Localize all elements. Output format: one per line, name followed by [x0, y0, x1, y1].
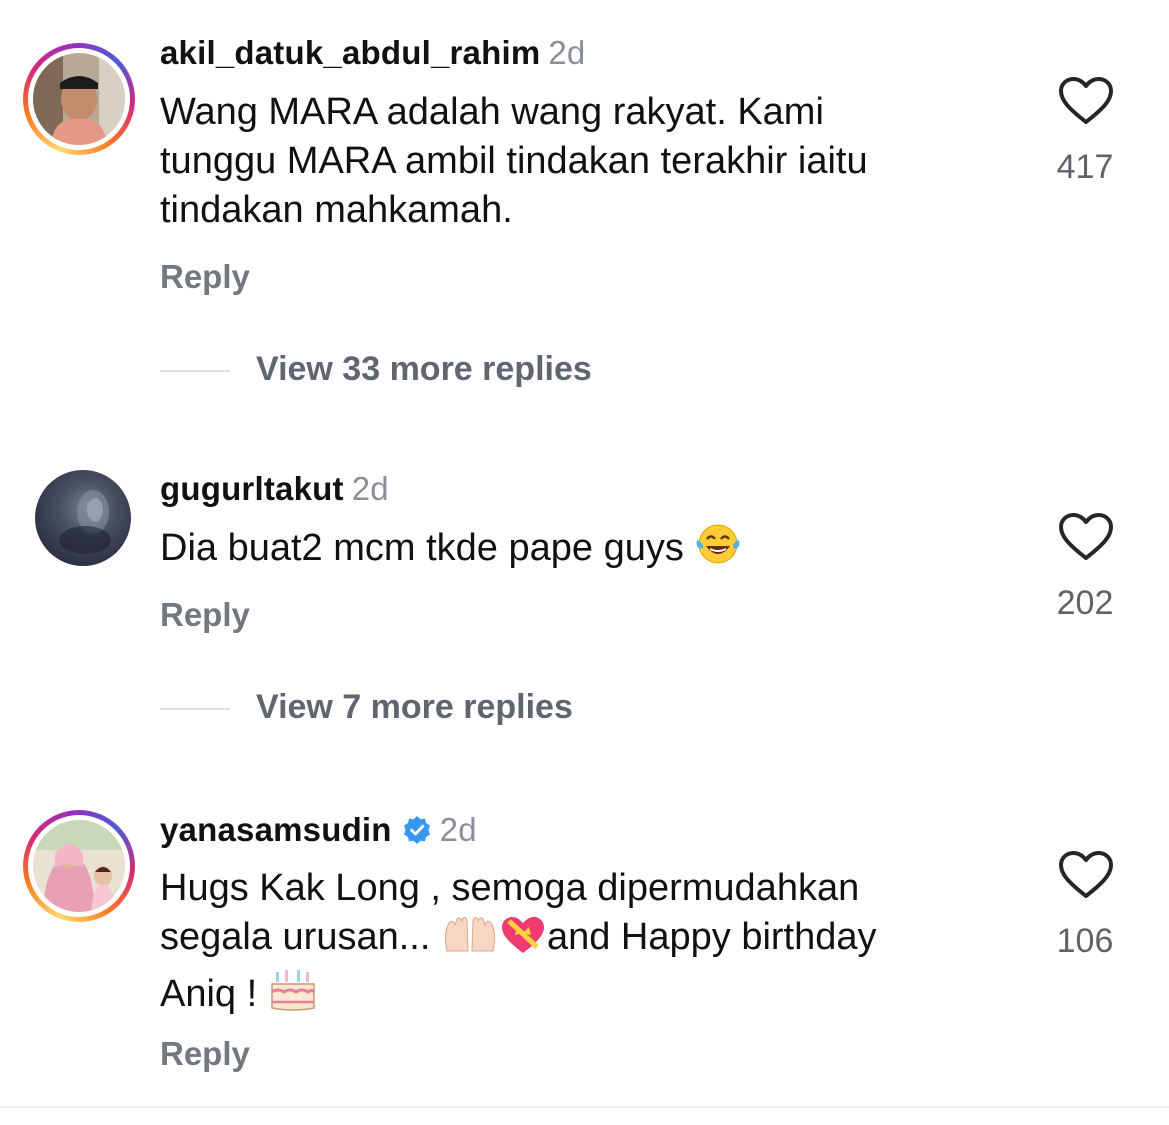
comment-text: Wang MARA adalah wang rakyat. Kami tungg…	[160, 88, 1000, 235]
view-more-replies-label[interactable]: View 33 more replies	[256, 350, 592, 389]
comment-line: tunggu MARA ambil tindakan terakhir iait…	[160, 140, 868, 182]
comment-line: Dia buat2 mcm tkde pape guys	[160, 527, 684, 569]
comment-line: segala urusan... and Happy birthday	[160, 913, 1000, 968]
avatar-image	[33, 53, 125, 145]
comment-line-segment: and Happy birthday	[546, 916, 877, 958]
comment-time: 2d	[351, 470, 389, 507]
heart-outline-icon[interactable]	[1058, 76, 1114, 126]
avatar-yanasamsudin[interactable]	[23, 810, 135, 922]
comment-line-segment: segala urusan...	[160, 916, 441, 958]
comment-line: tindakan mahkamah.	[160, 189, 513, 231]
bottom-divider	[0, 1106, 1169, 1108]
reply-button[interactable]: Reply	[160, 1035, 250, 1073]
comment-text: Hugs Kak Long , semoga dipermudahkan seg…	[160, 864, 1000, 1025]
comment-time: 2d	[439, 811, 477, 848]
heart-with-ribbon-emoji	[499, 915, 547, 968]
replies-divider	[160, 370, 230, 372]
username[interactable]: yanasamsudin 2d	[160, 811, 477, 849]
reply-button[interactable]: Reply	[160, 596, 250, 634]
comment-line-segment: Aniq !	[160, 973, 268, 1015]
heart-outline-icon[interactable]	[1058, 512, 1114, 562]
avatar-gugurltakut[interactable]	[35, 470, 131, 566]
like-count: 106	[1056, 922, 1114, 960]
like-count: 202	[1056, 584, 1114, 622]
heart-outline-icon[interactable]	[1058, 850, 1114, 900]
verified-badge-icon	[403, 816, 430, 844]
reply-button[interactable]: Reply	[160, 258, 250, 296]
raised-hands-emoji	[441, 915, 499, 968]
username-text[interactable]: gugurltakut	[160, 470, 344, 507]
replies-divider	[160, 708, 230, 710]
comment-text: Dia buat2 mcm tkde pape guys	[160, 522, 1000, 579]
comment-line: Wang MARA adalah wang rakyat. Kami	[160, 91, 824, 133]
username[interactable]: akil_datuk_abdul_rahim 2d	[160, 34, 585, 72]
avatar-akil[interactable]	[23, 43, 135, 155]
comment-line: Aniq !	[160, 968, 1000, 1025]
username[interactable]: gugurltakut 2d	[160, 470, 389, 508]
comment-time: 2d	[548, 34, 586, 71]
birthday-cake-emoji	[268, 968, 318, 1025]
avatar-image	[33, 820, 125, 912]
username-text[interactable]: akil_datuk_abdul_rahim	[160, 34, 540, 71]
view-more-replies-label[interactable]: View 7 more replies	[256, 688, 573, 727]
username-text[interactable]: yanasamsudin	[160, 811, 392, 848]
comment-line: Hugs Kak Long , semoga dipermudahkan	[160, 867, 860, 909]
like-count: 417	[1056, 148, 1114, 186]
face-with-tears-of-joy-emoji	[694, 522, 742, 579]
